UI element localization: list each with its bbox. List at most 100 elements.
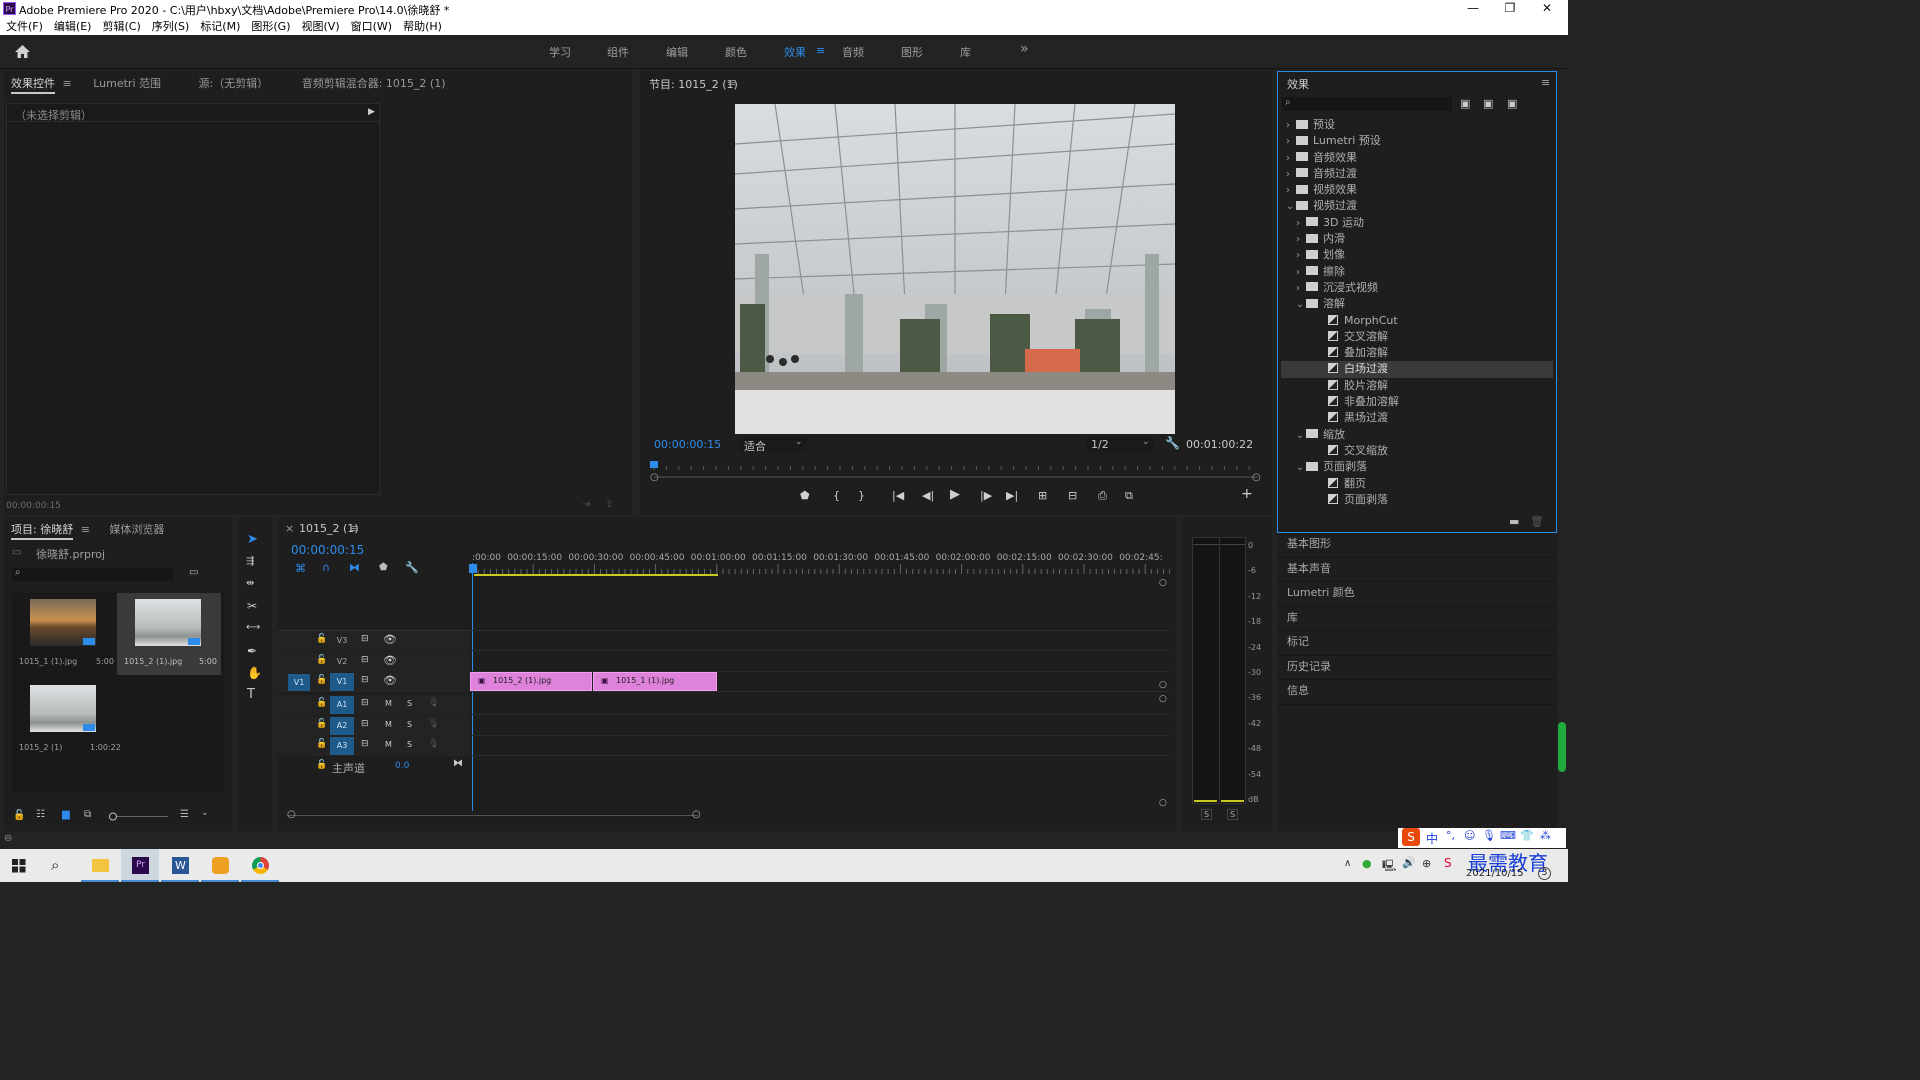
workspace-color[interactable]: 颜色 — [725, 44, 747, 60]
step-forward-icon[interactable]: |▶ — [980, 489, 992, 502]
expand-arrow-icon[interactable]: ▶ — [368, 107, 375, 117]
home-icon[interactable] — [14, 44, 31, 59]
chevron-right-icon[interactable]: › — [1296, 232, 1306, 248]
maximize-button[interactable]: ❐ — [1492, 0, 1528, 18]
windows-start-icon[interactable] — [12, 859, 26, 873]
toggle-output-eye-icon[interactable]: 👁 — [383, 633, 397, 646]
fit-dropdown[interactable]: 适合 ⌄ — [739, 437, 807, 453]
chevron-right-icon[interactable]: › — [1286, 118, 1296, 134]
workspace-graphics[interactable]: 图形 — [901, 44, 923, 60]
media-player-icon[interactable] — [201, 849, 239, 882]
ime-mode[interactable]: 中 — [1426, 830, 1438, 847]
menu-sequence[interactable]: 序列(S) — [152, 18, 190, 35]
menu-help[interactable]: 帮助(H) — [403, 18, 442, 35]
master-expand-icon[interactable]: ⧓ — [453, 758, 463, 769]
track-lock-icon[interactable]: 🔓 — [316, 760, 327, 770]
track-target-toggle[interactable]: V2 — [330, 653, 354, 671]
zoom-handle-right[interactable]: ○ — [1252, 472, 1261, 483]
vertical-zoom-mid2-handle[interactable]: ○ — [1159, 694, 1167, 704]
effects-tree-item[interactable]: › 音频效果 — [1281, 150, 1553, 166]
toolbox-icon[interactable]: ⁂ — [1540, 829, 1551, 842]
effects-tree-item[interactable]: › 音频过渡 — [1281, 166, 1553, 182]
notification-badge[interactable]: 3 — [1538, 867, 1551, 880]
sync-lock-icon[interactable]: ⊟ — [361, 739, 369, 749]
clip-1015-2[interactable]: ▣ 1015_2 (1).jpg — [470, 672, 592, 691]
mark-in-icon[interactable]: { — [833, 489, 840, 502]
effects-tree-item[interactable]: › 视频效果 — [1281, 182, 1553, 198]
tab-effect-controls[interactable]: 效果控件 — [11, 77, 55, 94]
mic-icon[interactable]: 🎙 — [1482, 829, 1496, 842]
track-target-toggle[interactable]: V1 — [330, 673, 354, 691]
pen-tool-icon[interactable]: ✒ — [247, 644, 257, 658]
sogou-ime-icon[interactable]: S — [1402, 828, 1420, 846]
effects-tree-item[interactable]: 翻页 — [1281, 476, 1553, 492]
resolution-dropdown[interactable]: 1/2 ⌄ — [1086, 437, 1154, 452]
premiere-taskbar-icon[interactable]: Pr — [121, 849, 159, 882]
chevron-down-icon[interactable]: ⌄ — [1296, 428, 1306, 444]
scroll-handle-left[interactable]: ○ — [287, 809, 296, 820]
solo-button[interactable]: S — [407, 720, 412, 729]
chevron-right-icon[interactable]: › — [1286, 151, 1296, 167]
lift-icon[interactable]: ⊞ — [1038, 489, 1047, 502]
network-icon[interactable]: 🖳 — [1382, 857, 1397, 876]
add-marker-icon[interactable]: ⬟ — [800, 489, 810, 502]
chevron-down-icon[interactable]: ⌄ — [1286, 199, 1296, 215]
mark-out-icon[interactable]: } — [858, 489, 865, 502]
project-item-2[interactable]: 1015_2 (1).jpg 5:00 — [117, 593, 221, 675]
effects-tree-item[interactable]: › 内滑 — [1281, 231, 1553, 247]
effects-tree-item[interactable]: › 划像 — [1281, 247, 1553, 263]
selection-tool-icon[interactable]: ➤ — [247, 532, 258, 547]
slip-tool-icon[interactable]: ⟷ — [246, 622, 260, 633]
effects-tree-item[interactable]: 叠加溶解 — [1281, 345, 1553, 361]
emoji-icon[interactable]: ☺ — [1464, 829, 1475, 842]
wrench-settings-icon[interactable]: 🔧 — [1165, 436, 1180, 450]
solo-left-button[interactable]: S — [1201, 809, 1213, 820]
chevron-right-icon[interactable]: › — [1296, 265, 1306, 281]
track-lock-icon[interactable]: 🔓 — [316, 698, 327, 708]
razor-tool-icon[interactable]: ✂ — [247, 599, 257, 613]
zoom-handle-left[interactable]: ○ — [650, 472, 659, 483]
menu-graphics[interactable]: 图形(G) — [251, 18, 290, 35]
side-panel-item[interactable]: 基本图形 — [1277, 533, 1557, 558]
source-patch-v1[interactable]: V1 — [288, 674, 310, 691]
zoom-slider[interactable] — [108, 812, 170, 821]
project-item-3[interactable]: 1015_2 (1) 1:00:22 — [16, 679, 121, 761]
chevron-down-icon[interactable]: ⌄ — [201, 808, 209, 818]
solo-button[interactable]: S — [407, 740, 412, 749]
chevron-right-icon[interactable]: › — [1286, 167, 1296, 183]
track-lock-icon[interactable]: 🔓 — [316, 719, 327, 729]
effects-tree-item[interactable]: 白场过渡 — [1281, 361, 1553, 378]
ime-tray-icon[interactable]: ⊕ — [1422, 857, 1431, 870]
export-frame-icon[interactable]: ⇥ — [582, 499, 590, 510]
program-current-timecode[interactable]: 00:00:00:15 — [654, 438, 721, 451]
master-volume[interactable]: 0.0 — [395, 761, 409, 771]
effects-tree-item[interactable]: 交叉溶解 — [1281, 329, 1553, 345]
project-menu-icon[interactable]: ≡ — [81, 523, 90, 536]
ripple-edit-tool-icon[interactable]: ⇹ — [246, 578, 254, 589]
mute-button[interactable]: M — [385, 720, 392, 729]
mute-button[interactable]: M — [385, 740, 392, 749]
close-button[interactable]: ✕ — [1529, 0, 1565, 18]
type-tool-icon[interactable]: T — [247, 687, 255, 702]
new-bin-icon[interactable]: ▬ — [1509, 515, 1519, 528]
find-bin-icon[interactable]: ▭ — [189, 567, 198, 578]
chevron-right-icon[interactable]: › — [1286, 134, 1296, 150]
timeline-timecode[interactable]: 00:00:00:15 — [291, 543, 364, 557]
effects-tree-item[interactable]: › 3D 运动 — [1281, 215, 1553, 231]
chevron-right-icon[interactable]: › — [1296, 216, 1306, 232]
chevron-right-icon[interactable]: › — [1286, 183, 1296, 199]
effects-tree-item[interactable]: 交叉缩放 — [1281, 443, 1553, 459]
insert-nest-icon[interactable]: ⌘ — [295, 562, 306, 575]
effects-tree-item[interactable]: › 沉浸式视频 — [1281, 280, 1553, 296]
track-target-toggle[interactable]: A2 — [330, 716, 354, 735]
punctuation-icon[interactable]: °, — [1446, 829, 1455, 842]
track-lock-icon[interactable]: 🔓 — [316, 675, 327, 685]
program-scrub-bar[interactable] — [650, 458, 1262, 478]
side-panel-item[interactable]: 信息 — [1277, 680, 1557, 705]
track-target-toggle[interactable]: V3 — [330, 632, 354, 650]
solo-right-button[interactable]: S — [1227, 809, 1239, 820]
effects-tree-item[interactable]: › 擦除 — [1281, 264, 1553, 280]
add-button-icon[interactable]: + — [1241, 486, 1253, 502]
track-select-tool-icon[interactable]: ⇶ — [246, 556, 254, 567]
tab-menu-icon[interactable]: ≡ — [63, 77, 72, 90]
